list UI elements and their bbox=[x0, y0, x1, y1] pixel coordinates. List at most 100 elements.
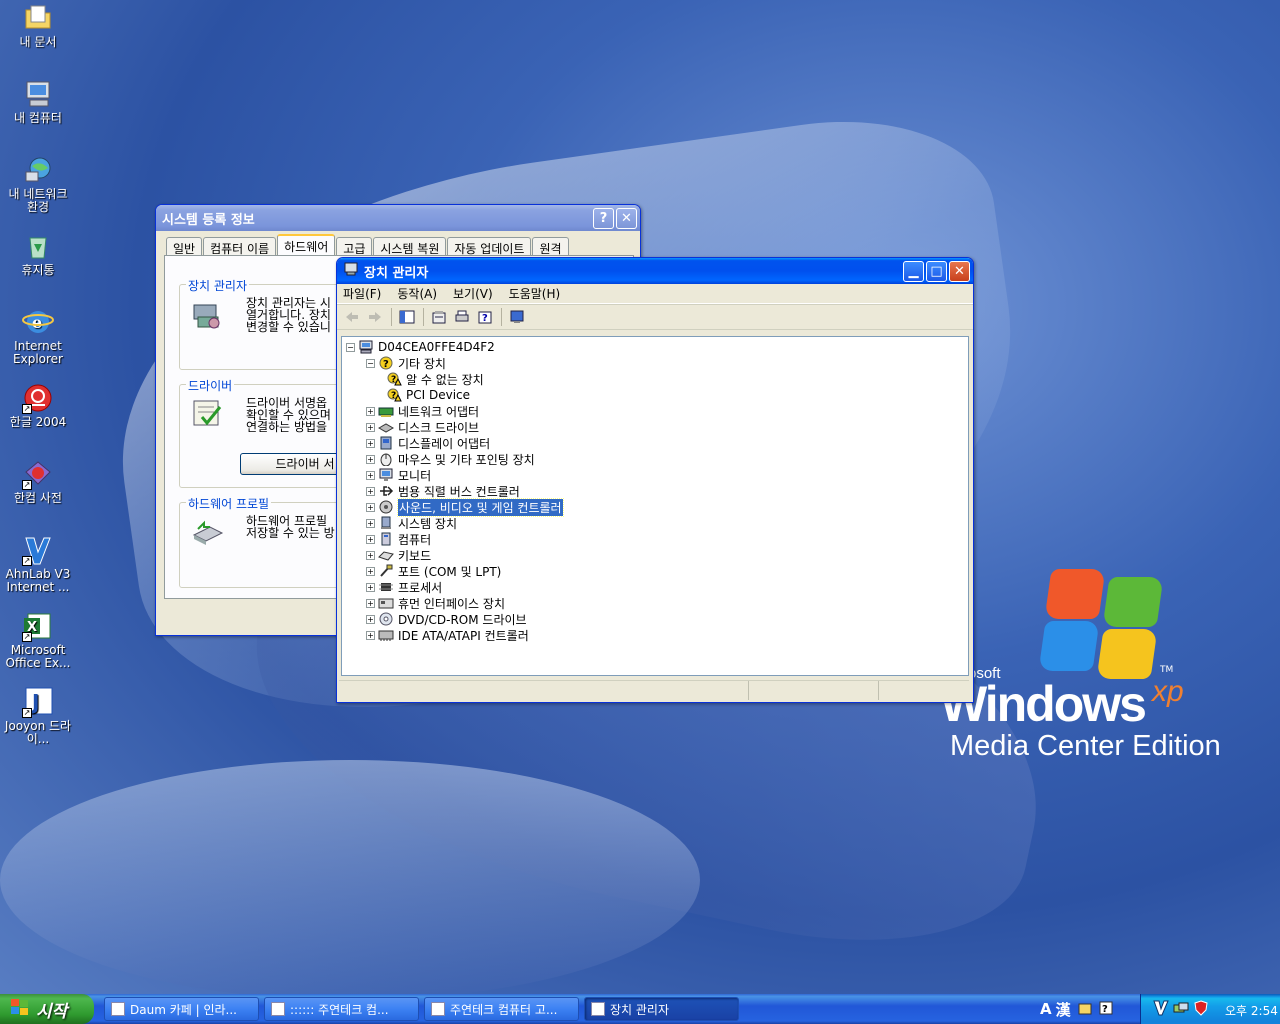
menu-file[interactable]: 파일(F) bbox=[343, 285, 381, 302]
help-button[interactable]: ? bbox=[593, 208, 614, 229]
show-hide-tree-icon[interactable] bbox=[396, 307, 418, 327]
desktop-icon-network[interactable]: 내 네트워크 환경 bbox=[2, 154, 74, 214]
network-tray-icon[interactable] bbox=[1173, 1000, 1189, 1019]
tree-node-디스플레이-어댑터[interactable]: + 디스플레이 어댑터 bbox=[366, 435, 490, 451]
expand-toggle[interactable]: + bbox=[366, 550, 375, 560]
my-computer-icon bbox=[22, 78, 54, 110]
properties-icon[interactable] bbox=[428, 307, 450, 327]
close-button[interactable]: ✕ bbox=[949, 261, 970, 282]
security-shield-icon[interactable] bbox=[1193, 1000, 1209, 1019]
expand-toggle[interactable]: + bbox=[366, 470, 375, 480]
tree-node-pci-device[interactable]: ? PCI Device bbox=[386, 387, 470, 403]
desktop-icon-hangul[interactable]: ↗ 한글 2004 bbox=[2, 382, 74, 429]
tab-auto-update[interactable]: 자동 업데이트 bbox=[447, 237, 532, 256]
devmgr-title: 장치 관리자 bbox=[364, 265, 429, 281]
expand-toggle[interactable]: + bbox=[366, 534, 375, 544]
desktop-icon-my-computer[interactable]: 내 컴퓨터 bbox=[2, 78, 74, 125]
hid-icon bbox=[378, 596, 394, 610]
tree-node-ide-ata-atapi-컨트롤러[interactable]: + IDE ATA/ATAPI 컨트롤러 bbox=[366, 627, 529, 643]
device-manager-description: 장치 관리자는 시 열거합니다. 장치 변경할 수 있습니 bbox=[246, 296, 331, 334]
tab-system-restore[interactable]: 시스템 복원 bbox=[373, 237, 447, 256]
sysprops-titlebar[interactable]: 시스템 등록 정보 ? ✕ bbox=[156, 205, 640, 231]
tree-node-네트워크-어댑터[interactable]: + 네트워크 어댑터 bbox=[366, 403, 479, 419]
tab-general[interactable]: 일반 bbox=[166, 237, 203, 256]
device-manager-window: 장치 관리자 ▁ □ ✕ 파일(F) 동작(A) 보기(V) 도움말(H) ? bbox=[336, 257, 974, 703]
expand-toggle[interactable]: + bbox=[366, 486, 375, 496]
clock[interactable]: 오후 2:54 bbox=[1225, 1002, 1278, 1019]
desktop-icon-my-documents[interactable]: 내 문서 bbox=[2, 2, 74, 49]
minimize-button[interactable]: ▁ bbox=[903, 261, 924, 282]
tab-computer-name[interactable]: 컴퓨터 이름 bbox=[203, 237, 277, 256]
tree-node-휴먼-인터페이스-장치[interactable]: + 휴먼 인터페이스 장치 bbox=[366, 595, 505, 611]
expand-toggle[interactable]: + bbox=[366, 630, 375, 640]
tab-advanced[interactable]: 고급 bbox=[336, 237, 373, 256]
taskbar-button-device-manager[interactable]: 장치 관리자 bbox=[584, 997, 739, 1021]
tree-node-포트-com-및-lpt[interactable]: + 포트 (COM 및 LPT) bbox=[366, 563, 501, 579]
device-tree[interactable]: − D04CEA0FFE4D4F2 −? 기타 장치? 알 수 없는 장치? PCI … bbox=[341, 336, 969, 676]
input-mode-a[interactable]: A bbox=[1040, 1000, 1052, 1018]
ime-help-icon[interactable]: ? bbox=[1099, 1001, 1113, 1018]
expand-toggle[interactable]: + bbox=[366, 614, 375, 624]
hardware-profile-icon bbox=[190, 515, 224, 552]
collapse-toggle[interactable]: − bbox=[346, 342, 355, 352]
processor-icon bbox=[378, 580, 394, 594]
expand-toggle[interactable]: + bbox=[366, 598, 375, 608]
devmgr-titlebar[interactable]: 장치 관리자 ▁ □ ✕ bbox=[337, 258, 973, 284]
expand-toggle[interactable]: + bbox=[366, 566, 375, 576]
usb-icon bbox=[378, 484, 394, 498]
ahnlab-tray-icon[interactable] bbox=[1153, 1000, 1169, 1019]
help-icon[interactable]: ? bbox=[474, 307, 496, 327]
tab-remote[interactable]: 원격 bbox=[532, 237, 569, 256]
back-icon[interactable] bbox=[341, 307, 363, 327]
expand-toggle[interactable]: + bbox=[366, 438, 375, 448]
expand-toggle[interactable]: + bbox=[366, 422, 375, 432]
desktop-icon-recycle-bin[interactable]: 휴지통 bbox=[2, 230, 74, 277]
svg-text:?: ? bbox=[482, 313, 488, 324]
tree-node-디스크-드라이브[interactable]: + 디스크 드라이브 bbox=[366, 419, 479, 435]
input-mode-hanja[interactable]: 漢 bbox=[1056, 999, 1071, 1020]
tree-node-컴퓨터[interactable]: + 컴퓨터 bbox=[366, 531, 431, 547]
ime-icon[interactable] bbox=[1077, 1000, 1093, 1019]
tree-node-사운드-비디오-및-게임-컨트롤러[interactable]: + 사운드, 비디오 및 게임 컨트롤러 bbox=[366, 497, 564, 517]
expand-toggle[interactable]: + bbox=[366, 454, 375, 464]
taskbar-button-daum[interactable]: Daum 카페 | 인라... bbox=[104, 997, 259, 1021]
close-button[interactable]: ✕ bbox=[616, 208, 637, 229]
tree-node-범용-직렬-버스-컨트롤러[interactable]: + 범용 직렬 버스 컨트롤러 bbox=[366, 483, 520, 499]
expand-toggle[interactable]: + bbox=[366, 502, 375, 512]
tree-node-시스템-장치[interactable]: + 시스템 장치 bbox=[366, 515, 457, 531]
start-label: 시작 bbox=[36, 1001, 68, 1022]
collapse-toggle[interactable]: − bbox=[366, 358, 375, 368]
tree-node-마우스-및-기타-포인팅-장치[interactable]: + 마우스 및 기타 포인팅 장치 bbox=[366, 451, 535, 467]
tree-node-기타-장치[interactable]: −? 기타 장치 bbox=[366, 355, 446, 371]
tab-hardware[interactable]: 하드웨어 bbox=[277, 234, 336, 255]
taskbar-button-jooyon-1[interactable]: :::::: 주연테크 컴... bbox=[264, 997, 419, 1021]
tree-node-모니터[interactable]: + 모니터 bbox=[366, 467, 431, 483]
desktop-icon-jooyon[interactable]: J ↗ Jooyon 드라이... bbox=[2, 686, 74, 746]
print-icon[interactable] bbox=[451, 307, 473, 327]
desktop-icon-ie[interactable]: e Internet Explorer bbox=[2, 306, 74, 366]
taskbar-button-jooyon-2[interactable]: 주연테크 컴퓨터 고... bbox=[424, 997, 579, 1021]
maximize-button[interactable]: □ bbox=[926, 261, 947, 282]
expand-toggle[interactable]: + bbox=[366, 406, 375, 416]
start-button[interactable]: 시작 bbox=[0, 994, 94, 1024]
desktop-icon-ahnlab[interactable]: ↗ AhnLab V3 Internet ... bbox=[2, 534, 74, 594]
ide-controller-icon bbox=[378, 628, 394, 642]
tree-node-알-수-없는-장치[interactable]: ? 알 수 없는 장치 bbox=[386, 371, 484, 387]
warning-device-icon: ? bbox=[386, 388, 402, 402]
toolbar-separator bbox=[391, 308, 392, 326]
excel-icon: X ↗ bbox=[22, 610, 54, 642]
tree-root[interactable]: − D04CEA0FFE4D4F2 bbox=[346, 339, 495, 355]
desktop-icon-hancom-dict[interactable]: ↗ 한컴 사전 bbox=[2, 458, 74, 505]
forward-icon[interactable] bbox=[364, 307, 386, 327]
tree-node-키보드[interactable]: + 키보드 bbox=[366, 547, 431, 563]
expand-toggle[interactable]: + bbox=[366, 582, 375, 592]
mouse-icon bbox=[378, 452, 394, 466]
tree-node-프로세서[interactable]: + 프로세서 bbox=[366, 579, 442, 595]
desktop-icon-excel[interactable]: X ↗ Microsoft Office Ex... bbox=[2, 610, 74, 670]
expand-toggle[interactable]: + bbox=[366, 518, 375, 528]
scan-hardware-icon[interactable] bbox=[506, 307, 528, 327]
menu-help[interactable]: 도움말(H) bbox=[509, 285, 561, 302]
menu-action[interactable]: 동작(A) bbox=[397, 285, 437, 302]
tree-node-dvd-cd-rom-드라이브[interactable]: + DVD/CD-ROM 드라이브 bbox=[366, 611, 527, 627]
menu-view[interactable]: 보기(V) bbox=[453, 285, 493, 302]
